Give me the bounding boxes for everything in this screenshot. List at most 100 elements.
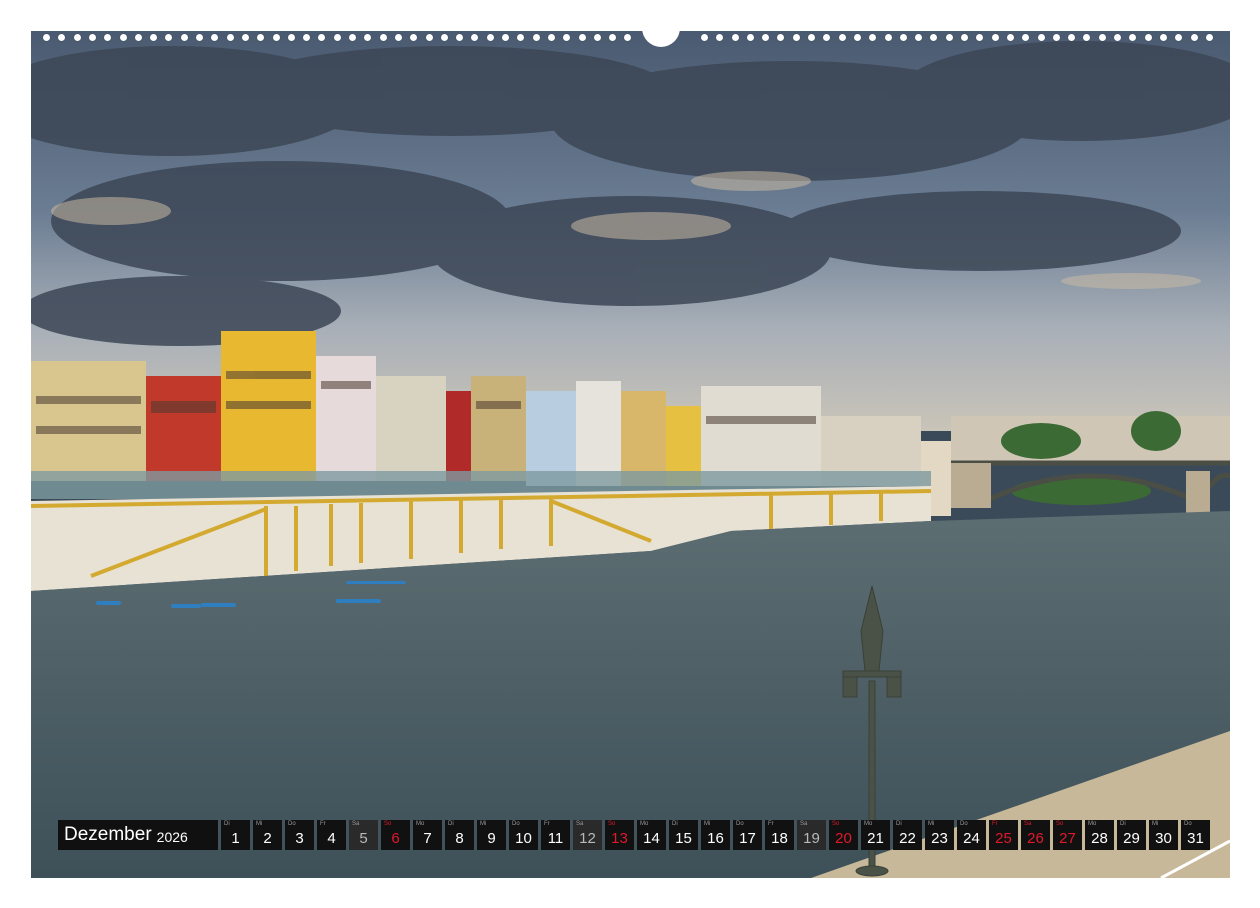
weekday-label: Di xyxy=(1120,821,1126,827)
day-cell: Do 31 xyxy=(1181,820,1210,850)
day-cell: So 27 xyxy=(1053,820,1082,850)
day-cell: Do 24 xyxy=(957,820,986,850)
day-cell: Sa 5 xyxy=(349,820,378,850)
weekday-label: So xyxy=(608,821,616,827)
day-cell: Mi 30 xyxy=(1149,820,1178,850)
day-number: 7 xyxy=(423,830,432,847)
weekday-label: Fr xyxy=(320,821,326,827)
weekday-label: Mi xyxy=(1152,821,1159,827)
day-cell: Mi 16 xyxy=(701,820,730,850)
weekday-label: Mi xyxy=(256,821,263,827)
calendar-photo xyxy=(31,31,1230,878)
day-number: 26 xyxy=(1027,830,1044,847)
day-number: 23 xyxy=(931,830,948,847)
day-number: 24 xyxy=(963,830,980,847)
day-number: 28 xyxy=(1091,830,1108,847)
day-cell: Mi 2 xyxy=(253,820,282,850)
day-number: 8 xyxy=(455,830,464,847)
weekday-label: Mi xyxy=(928,821,935,827)
day-cell: Mi 9 xyxy=(477,820,506,850)
day-cell: So 6 xyxy=(381,820,410,850)
day-cell: Do 10 xyxy=(509,820,538,850)
day-cell: Sa 19 xyxy=(797,820,826,850)
weekday-label: Mo xyxy=(864,821,873,827)
weekday-label: Mo xyxy=(416,821,425,827)
weekday-label: Mo xyxy=(640,821,649,827)
month-name: Dezember xyxy=(64,824,152,845)
weekday-label: Do xyxy=(512,821,520,827)
day-number: 9 xyxy=(487,830,496,847)
day-cell: Do 3 xyxy=(285,820,314,850)
day-number: 14 xyxy=(643,830,660,847)
weekday-label: Sa xyxy=(1024,821,1032,827)
day-cell: Fr 25 xyxy=(989,820,1018,850)
day-cell: Di 1 xyxy=(221,820,250,850)
day-number: 6 xyxy=(391,830,400,847)
day-number: 17 xyxy=(739,830,756,847)
day-cell: Sa 26 xyxy=(1021,820,1050,850)
day-cell: Di 22 xyxy=(893,820,922,850)
day-cell: Fr 4 xyxy=(317,820,346,850)
weekday-label: So xyxy=(1056,821,1064,827)
day-number: 13 xyxy=(611,830,628,847)
day-number: 25 xyxy=(995,830,1012,847)
day-number: 10 xyxy=(515,830,532,847)
day-cell: So 20 xyxy=(829,820,858,850)
day-number: 12 xyxy=(579,830,596,847)
weekday-label: Sa xyxy=(800,821,808,827)
weekday-label: Fr xyxy=(992,821,998,827)
day-cell: Mo 21 xyxy=(861,820,890,850)
month-label: Dezember 2026 xyxy=(58,820,218,850)
day-cell: Mi 23 xyxy=(925,820,954,850)
day-number: 15 xyxy=(675,830,692,847)
weekday-label: Mo xyxy=(1088,821,1097,827)
day-number: 30 xyxy=(1155,830,1172,847)
day-cell: Mo 7 xyxy=(413,820,442,850)
bridge-pillar xyxy=(1186,471,1210,516)
day-number: 2 xyxy=(263,830,272,847)
day-cell: Mo 14 xyxy=(637,820,666,850)
day-cell: Sa 12 xyxy=(573,820,602,850)
weekday-label: So xyxy=(832,821,840,827)
day-cell: Do 17 xyxy=(733,820,762,850)
day-number: 31 xyxy=(1187,830,1204,847)
day-cell: Di 8 xyxy=(445,820,474,850)
weekday-label: Do xyxy=(960,821,968,827)
day-cell: Fr 11 xyxy=(541,820,570,850)
riverside-cityscape xyxy=(31,31,1230,878)
day-number: 20 xyxy=(835,830,852,847)
month-year: 2026 xyxy=(156,828,188,845)
day-number: 29 xyxy=(1123,830,1140,847)
calendar-strip: Dezember 2026 Di 1 Mi 2 Do 3 Fr 4 Sa 5 So 6 Mo 7 Di 8 Mi… xyxy=(58,820,1210,850)
weekday-label: Di xyxy=(672,821,678,827)
weekday-label: Do xyxy=(736,821,744,827)
day-number: 5 xyxy=(359,830,368,847)
day-number: 16 xyxy=(707,830,724,847)
weekday-label: Do xyxy=(288,821,296,827)
day-number: 19 xyxy=(803,830,820,847)
day-cell: Di 29 xyxy=(1117,820,1146,850)
day-cell: So 13 xyxy=(605,820,634,850)
day-number: 4 xyxy=(327,830,336,847)
day-number: 3 xyxy=(295,830,304,847)
weekday-label: Mi xyxy=(480,821,487,827)
day-cell: Mo 28 xyxy=(1085,820,1114,850)
bridge-tower xyxy=(951,463,991,508)
weekday-label: Fr xyxy=(768,821,774,827)
day-cell: Fr 18 xyxy=(765,820,794,850)
day-number: 18 xyxy=(771,830,788,847)
weekday-label: Do xyxy=(1184,821,1192,827)
weekday-label: Di xyxy=(224,821,230,827)
weekday-label: Fr xyxy=(544,821,550,827)
weekday-label: So xyxy=(384,821,392,827)
day-cell: Di 15 xyxy=(669,820,698,850)
day-number: 21 xyxy=(867,830,884,847)
weekday-label: Sa xyxy=(576,821,584,827)
day-number: 22 xyxy=(899,830,916,847)
weekday-label: Di xyxy=(896,821,902,827)
weekday-label: Sa xyxy=(352,821,360,827)
weekday-label: Mi xyxy=(704,821,711,827)
day-number: 1 xyxy=(231,830,240,847)
day-number: 27 xyxy=(1059,830,1076,847)
weekday-label: Di xyxy=(448,821,454,827)
